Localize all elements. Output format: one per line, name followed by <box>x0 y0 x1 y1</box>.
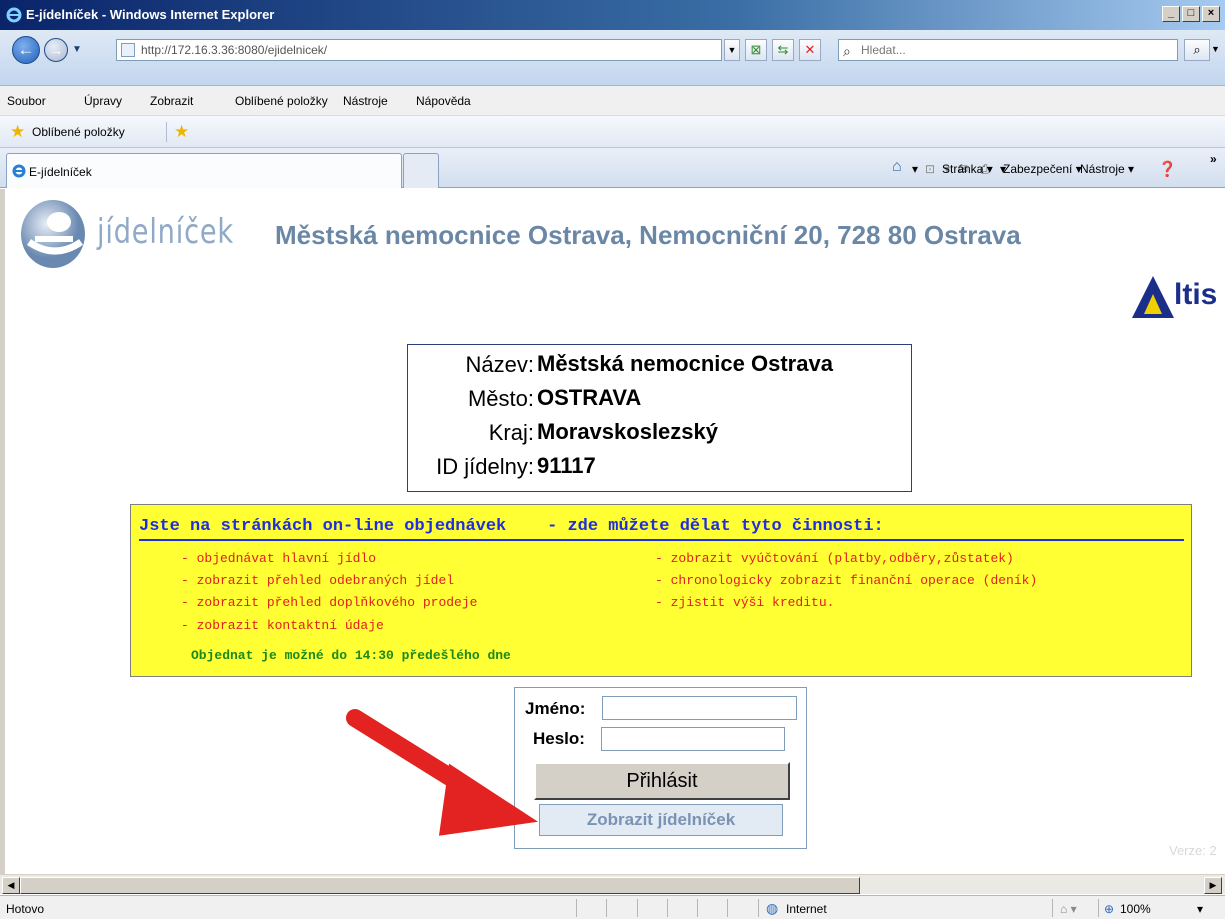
show-menu-button[interactable]: Zobrazit jídelníček <box>539 804 783 836</box>
stop-icon[interactable]: ✕ <box>799 39 821 61</box>
new-tab-button[interactable] <box>403 153 439 188</box>
forward-button[interactable]: → <box>44 38 68 62</box>
security-menu[interactable]: Zabezpečení ▾ <box>1003 162 1082 176</box>
refresh-icon[interactable]: ⇆ <box>772 39 794 61</box>
favorites-star-icon: ★ <box>10 122 26 141</box>
maximize-button[interactable]: □ <box>1182 6 1200 22</box>
logo-mark <box>21 200 85 268</box>
info-value: OSTRAVA <box>537 385 642 410</box>
info-value: 91117 <box>537 453 596 478</box>
info-label: Kraj: <box>488 420 534 445</box>
red-arrow-annotation <box>346 709 538 836</box>
info-row-id: ID jídelny: 91117 <box>408 449 913 483</box>
search-provider-icon: ⌕ <box>843 43 851 59</box>
help-icon[interactable]: ❓ <box>1158 160 1177 178</box>
action-item: - chronologicky zobrazit finanční operac… <box>655 573 1038 588</box>
tab-bar: E-jídelníček ⌂ ▾ ⊡ ▾ ✉ ⎙ ▾ Stránka ▾ Zab… <box>0 148 1225 188</box>
status-text: Hotovo <box>6 902 45 916</box>
tools-menu-label[interactable]: Nástroje ▾ <box>1080 162 1134 176</box>
zoom-level[interactable]: 100% <box>1120 902 1151 916</box>
menu-favorites[interactable]: Oblíbené položky <box>235 94 328 108</box>
info-label: ID jídelny: <box>436 454 534 479</box>
status-bar: Hotovo ◍ Internet ⌂ ▾ ⊕ 100% ▾ <box>0 895 1225 919</box>
action-item: - zobrazit přehled odebraných jídel <box>181 573 455 588</box>
scroll-right-button[interactable]: ▶ <box>1204 877 1222 894</box>
password-input[interactable] <box>601 727 785 751</box>
ejidelnicek-logo: jídelníček <box>15 194 240 274</box>
info-label: Název: <box>465 352 534 377</box>
menu-bar: Soubor Úpravy Zobrazit Oblíbené položky … <box>0 86 1225 116</box>
feeds-icon[interactable]: ⊡ <box>925 162 935 176</box>
page-icon <box>121 43 135 57</box>
search-input[interactable]: ⌕ Hledat... <box>838 39 1178 61</box>
info-row-city: Město: OSTRAVA <box>408 381 913 415</box>
banner-title: Jste na stránkách on-line objednávek - z… <box>139 517 1184 541</box>
info-value: Moravskoslezský <box>537 419 718 444</box>
info-label: Město: <box>467 386 534 411</box>
action-item: - zobrazit vyúčtování (platby,odběry,zůs… <box>655 551 1014 566</box>
order-deadline-note: Objednat je možné do 14:30 předešlého dn… <box>191 648 511 663</box>
name-input[interactable] <box>602 696 797 720</box>
tab-ie-icon <box>12 164 26 181</box>
search-icon[interactable]: ⌕ <box>1184 39 1210 61</box>
info-row-region: Kraj: Moravskoslezský <box>408 415 913 449</box>
home-icon[interactable]: ⌂ <box>892 158 902 176</box>
online-orders-banner: Jste na stránkách on-line objednávek - z… <box>130 504 1192 677</box>
favorites-bar: ★ Oblíbené položky ★ <box>0 116 1225 148</box>
home-dropdown[interactable]: ▾ <box>912 162 918 176</box>
zoom-icon[interactable]: ⊕ <box>1104 902 1114 916</box>
address-field[interactable]: http://172.16.3.36:8080/ejidelnicek/ <box>116 39 722 61</box>
address-dropdown-button[interactable]: ▼ <box>724 39 740 61</box>
info-value: Městská nemocnice Ostrava <box>537 351 833 376</box>
facility-info-box: Název: Městská nemocnice Ostrava Město: … <box>407 344 912 492</box>
page-headline: Městská nemocnice Ostrava, Nemocniční 20… <box>275 220 1021 250</box>
tab-title: E-jídelníček <box>29 165 92 179</box>
search-placeholder: Hledat... <box>861 43 906 57</box>
back-button[interactable]: ← <box>12 36 40 64</box>
compatibility-view-icon[interactable]: ⊠ <box>745 39 767 61</box>
tab-ejidelnicek[interactable]: E-jídelníček <box>6 153 402 188</box>
security-zone: Internet <box>786 902 827 916</box>
action-item: - zobrazit kontaktní údaje <box>181 618 384 633</box>
window-title-bar: E-jídelníček - Windows Internet Explorer… <box>0 0 1225 30</box>
scroll-thumb[interactable] <box>20 877 860 894</box>
menu-edit[interactable]: Úpravy <box>84 94 122 108</box>
menu-file[interactable]: Soubor <box>7 94 46 108</box>
add-favorite-icon[interactable]: ★ <box>174 122 189 142</box>
menu-help[interactable]: Nápověda <box>416 94 471 108</box>
menu-view[interactable]: Zobrazit <box>150 94 193 108</box>
altis-logo: ltis <box>1130 274 1225 324</box>
minimize-button[interactable]: _ <box>1162 6 1180 22</box>
internet-zone-icon: ◍ <box>766 900 779 916</box>
login-button[interactable]: Přihlásit <box>534 762 790 800</box>
page-content: jídelníček Městská nemocnice Ostrava, Ne… <box>0 189 1225 874</box>
navigation-bar: ← → ▼ http://172.16.3.36:8080/ejidelnice… <box>0 30 1225 86</box>
address-url: http://172.16.3.36:8080/ejidelnicek/ <box>141 43 328 57</box>
close-window-button[interactable]: × <box>1202 6 1220 22</box>
search-options-dropdown[interactable]: ▼ <box>1211 44 1220 54</box>
logo-text: jídelníček <box>97 212 234 252</box>
zoom-dropdown[interactable]: ▾ <box>1197 902 1203 916</box>
scroll-left-button[interactable]: ◀ <box>2 877 20 894</box>
action-item: - zjistit výši kreditu. <box>655 595 835 610</box>
login-form: Jméno: Heslo: Přihlásit Zobrazit jídelní… <box>514 687 807 849</box>
altis-logo-text: ltis <box>1174 278 1218 311</box>
more-commands-chevron[interactable]: » <box>1210 152 1217 166</box>
protected-mode-icon[interactable]: ⌂ ▾ <box>1060 902 1077 916</box>
window-title: E-jídelníček - Windows Internet Explorer <box>26 7 275 22</box>
action-item: - objednávat hlavní jídlo <box>181 551 377 566</box>
recent-pages-dropdown[interactable]: ▼ <box>72 44 82 55</box>
version-label: Verze: 2 <box>1169 843 1217 858</box>
favorites-button[interactable]: Oblíbené položky <box>32 125 125 139</box>
horizontal-scrollbar[interactable]: ◀ ▶ <box>0 874 1225 894</box>
action-item: - zobrazit přehled doplňkového prodeje <box>181 595 478 610</box>
ie-icon <box>6 7 22 26</box>
info-row-name: Název: Městská nemocnice Ostrava <box>408 347 913 381</box>
menu-tools[interactable]: Nástroje <box>343 94 388 108</box>
page-menu[interactable]: Stránka ▾ <box>942 162 993 176</box>
